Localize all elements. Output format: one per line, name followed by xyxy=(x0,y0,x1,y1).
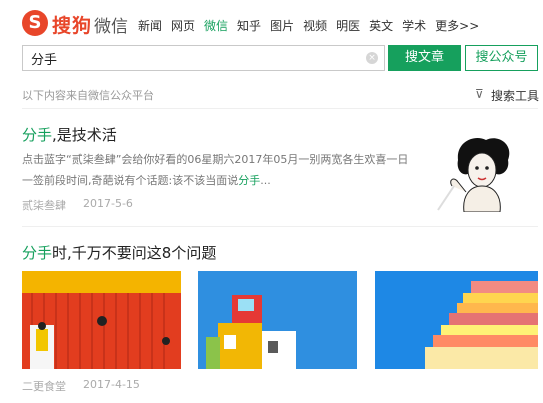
nav-item-web[interactable]: 网页 xyxy=(171,17,195,34)
sogou-logo-text[interactable]: 搜狗 xyxy=(52,11,92,38)
nav-item-news[interactable]: 新闻 xyxy=(138,17,162,34)
result-summary-text: 点击蓝字“贰柒叁肆”会给你好看的06星期六2017年05月一别两宽各生欢喜一日一… xyxy=(22,153,409,187)
result-thumbnail[interactable] xyxy=(418,126,538,212)
divider xyxy=(22,108,538,109)
search-tools-link[interactable]: 搜索工具 xyxy=(491,87,539,104)
result-summary-tail: ... xyxy=(260,174,271,187)
source-note: 以下内容来自微信公众平台 xyxy=(22,89,154,102)
sogou-logo-icon[interactable]: S xyxy=(22,10,48,36)
nav-item-english[interactable]: 英文 xyxy=(369,17,393,34)
result-image-container[interactable] xyxy=(22,271,181,369)
result-title-highlight[interactable]: 分手 xyxy=(22,244,52,262)
search-input[interactable] xyxy=(23,46,361,70)
result-source[interactable]: 二更食堂 xyxy=(22,378,66,394)
clear-icon[interactable]: × xyxy=(366,52,378,64)
result-summary-highlight: 分手 xyxy=(238,174,261,187)
nav-item-zhihu[interactable]: 知乎 xyxy=(237,17,261,34)
result-image-container[interactable] xyxy=(375,271,538,369)
result-date: 2017-5-6 xyxy=(83,197,133,210)
nav-item-video[interactable]: 视频 xyxy=(303,17,327,34)
result-summary: 点击蓝字“贰柒叁肆”会给你好看的06星期六2017年05月一别两宽各生欢喜一日一… xyxy=(22,149,417,191)
weixin-logo-text[interactable]: 微信 xyxy=(94,12,128,37)
search-articles-button[interactable]: 搜文章 xyxy=(388,45,461,71)
result-title-rest[interactable]: 时,千万不要问这8个问题 xyxy=(52,244,216,262)
nav-item-scholar[interactable]: 学术 xyxy=(402,17,426,34)
nav-item-images[interactable]: 图片 xyxy=(270,17,294,34)
result-title[interactable]: 分手,是技术活 xyxy=(22,124,117,145)
result-title[interactable]: 分手时,千万不要问这8个问题 xyxy=(22,242,216,263)
top-nav: 新闻 网页 微信 知乎 图片 视频 明医 英文 学术 更多>> xyxy=(138,17,479,34)
result-title-highlight[interactable]: 分手 xyxy=(22,126,52,144)
result-date: 2017-4-15 xyxy=(83,378,140,391)
search-accounts-button[interactable]: 搜公众号 xyxy=(465,45,538,71)
result-title-rest[interactable]: ,是技术活 xyxy=(52,126,117,144)
nav-item-more[interactable]: 更多>> xyxy=(435,17,479,34)
filter-icon[interactable]: ⊽ xyxy=(475,87,484,101)
nav-item-mingyi[interactable]: 明医 xyxy=(336,17,360,34)
search-box: × xyxy=(22,45,385,71)
result-source[interactable]: 贰柒叁肆 xyxy=(22,197,66,213)
divider xyxy=(22,226,538,227)
result-image-container[interactable] xyxy=(198,271,357,369)
nav-item-weixin[interactable]: 微信 xyxy=(204,17,228,34)
